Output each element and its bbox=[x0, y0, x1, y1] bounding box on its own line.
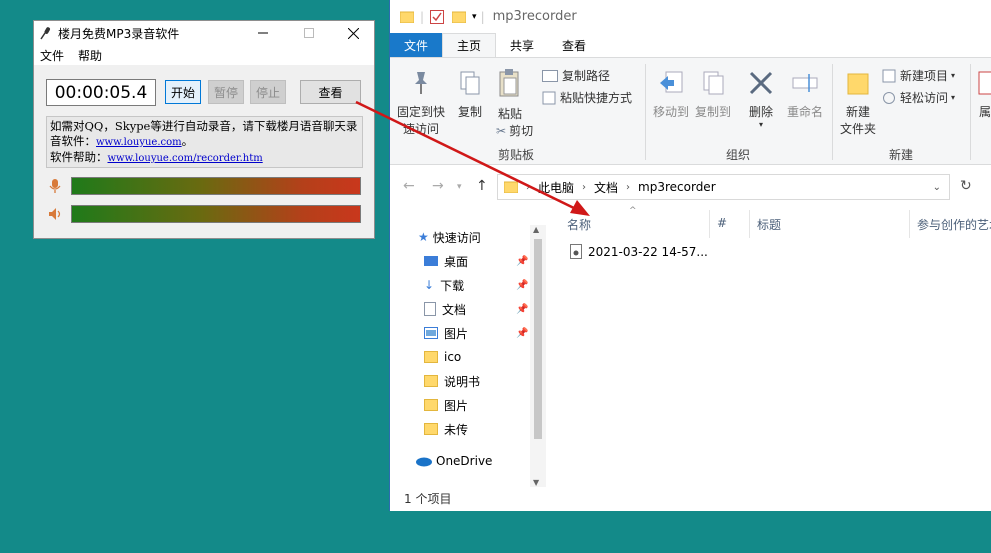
annotation-arrow bbox=[355, 100, 590, 216]
